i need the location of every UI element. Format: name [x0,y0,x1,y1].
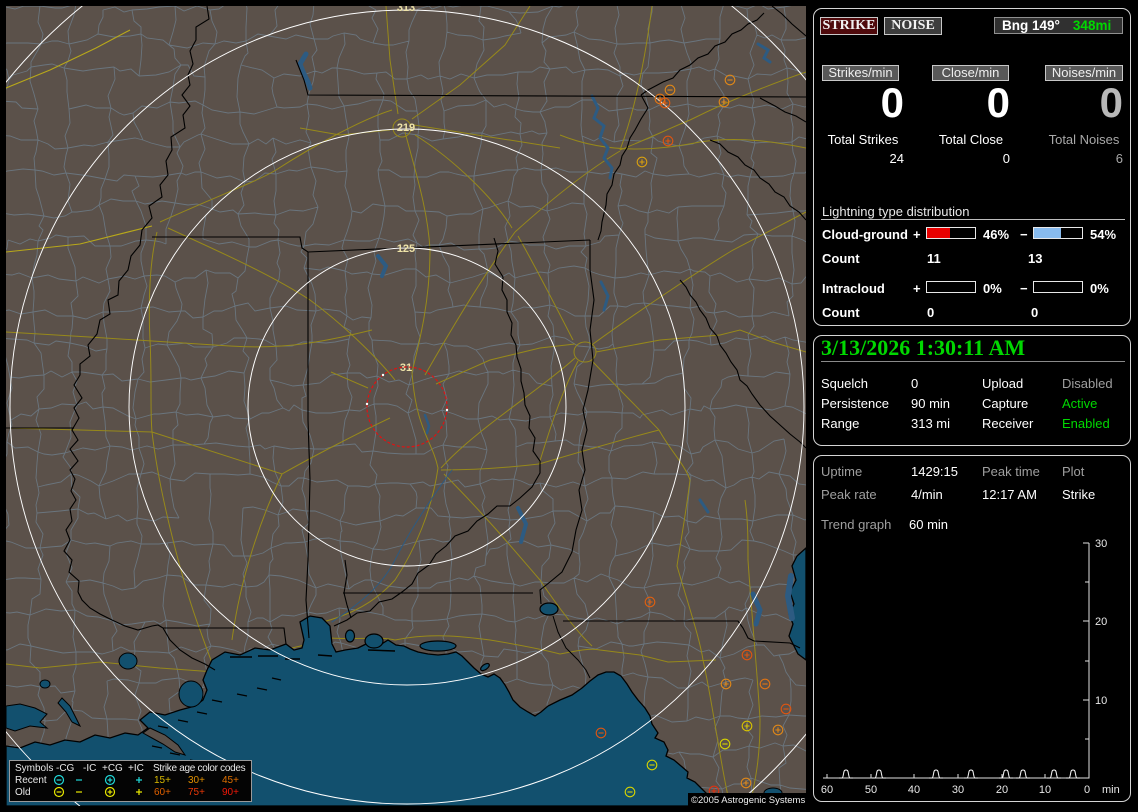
svg-text:125: 125 [397,243,415,255]
svg-text:40: 40 [908,784,920,796]
svg-text:50: 50 [865,784,877,796]
svg-text:219: 219 [397,122,415,134]
svg-text:min: min [1102,784,1120,796]
svg-text:10: 10 [1039,784,1051,796]
svg-text:30: 30 [952,784,964,796]
svg-text:0: 0 [1084,784,1090,796]
svg-text:20: 20 [996,784,1008,796]
svg-text:10: 10 [1095,695,1107,707]
svg-text:60: 60 [821,784,833,796]
svg-text:20: 20 [1095,616,1107,628]
svg-text:30: 30 [1095,538,1107,550]
svg-text:31: 31 [400,362,412,374]
svg-text:313: 313 [397,6,415,14]
